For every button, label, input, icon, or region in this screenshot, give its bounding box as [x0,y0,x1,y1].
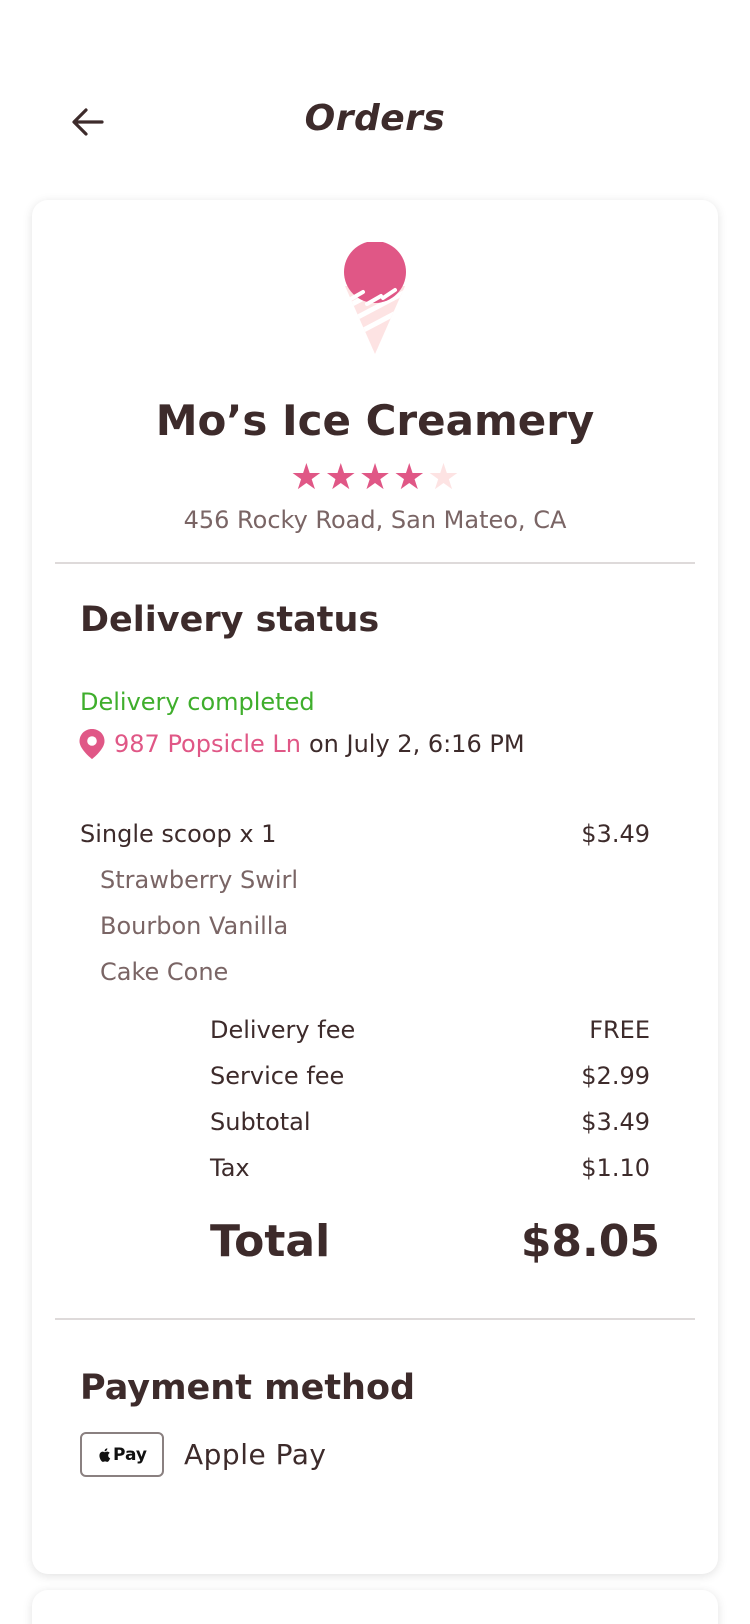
payment-method-label: Apple Pay [184,1438,327,1471]
fee-value: FREE [589,1016,650,1044]
payment-method-title: Payment method [80,1368,416,1408]
star-filled-icon: ★ [290,457,323,498]
page-title: Orders [304,98,446,139]
fee-label: Tax [210,1154,250,1182]
star-filled-icon: ★ [358,457,392,498]
fee-label: Subtotal [210,1108,311,1136]
delivery-address-link[interactable]: 987 Popsicle Ln [114,730,301,758]
star-filled-icon: ★ [324,457,357,498]
next-card [32,1590,718,1624]
map-pin-icon [79,729,105,759]
divider [55,1318,695,1320]
fee-row-subtotal: Subtotal $3.49 [210,1108,650,1136]
store-rating: ★ ★ ★ ★ ★ [32,460,718,496]
ice-cream-cone-icon [344,242,406,354]
apple-pay-badge-text: Pay [112,1444,148,1465]
apple-pay-badge: Pay [80,1432,164,1477]
star-empty-icon: ★ [427,457,460,498]
payment-method-row: Pay Apple Pay [80,1432,326,1477]
delivery-status-text: Delivery completed [80,688,315,716]
order-item-row: Single scoop x 1 $3.49 [80,820,650,848]
total-row: Total $8.05 [210,1216,660,1267]
fee-label: Service fee [210,1062,345,1090]
divider [55,562,695,564]
delivery-status-title: Delivery status [80,600,380,640]
store-name: Mo’s Ice Creamery [155,396,595,445]
item-modifier: Cake Cone [100,958,229,986]
order-item-price: $3.49 [581,820,650,848]
total-label: Total [210,1216,331,1267]
order-card: Mo’s Ice Creamery ★ ★ ★ ★ ★ 456 Rocky Ro… [32,200,718,1574]
store-address: 456 Rocky Road, San Mateo, CA [183,506,567,534]
apple-logo-icon [99,1447,111,1462]
star-filled-icon: ★ [393,457,426,498]
item-modifier: Bourbon Vanilla [100,912,289,940]
fee-value: $2.99 [581,1062,650,1090]
fee-row-delivery: Delivery fee FREE [210,1016,650,1044]
fee-value: $1.10 [581,1154,650,1182]
fee-value: $3.49 [581,1108,650,1136]
order-item-name: Single scoop x 1 [80,820,277,848]
delivery-time: on July 2, 6:16 PM [308,730,525,758]
header-bar: Orders [0,0,750,200]
fee-label: Delivery fee [210,1016,356,1044]
fee-row-service: Service fee $2.99 [210,1062,650,1090]
item-modifier: Strawberry Swirl [100,866,299,894]
delivery-location: 987 Popsicle Ln on July 2, 6:16 PM [78,728,525,760]
fee-row-tax: Tax $1.10 [210,1154,650,1182]
total-value: $8.05 [520,1216,660,1267]
